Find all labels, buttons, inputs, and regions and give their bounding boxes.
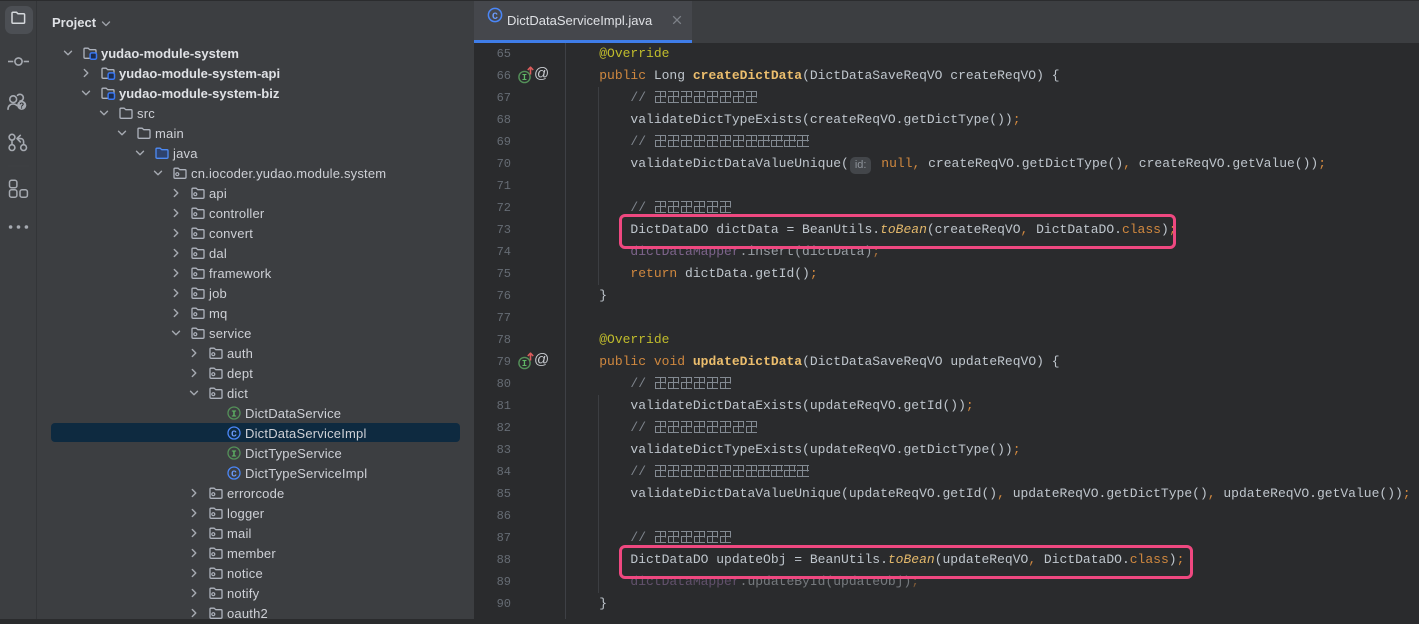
svg-text:I: I	[522, 73, 527, 83]
svg-text:I: I	[231, 408, 237, 419]
svg-text:C: C	[231, 468, 237, 479]
svg-text:C: C	[231, 428, 237, 439]
svg-text:I: I	[522, 359, 527, 369]
svg-text:C: C	[492, 12, 498, 23]
svg-text:I: I	[231, 448, 237, 459]
svg-text:?: ?	[19, 101, 24, 110]
